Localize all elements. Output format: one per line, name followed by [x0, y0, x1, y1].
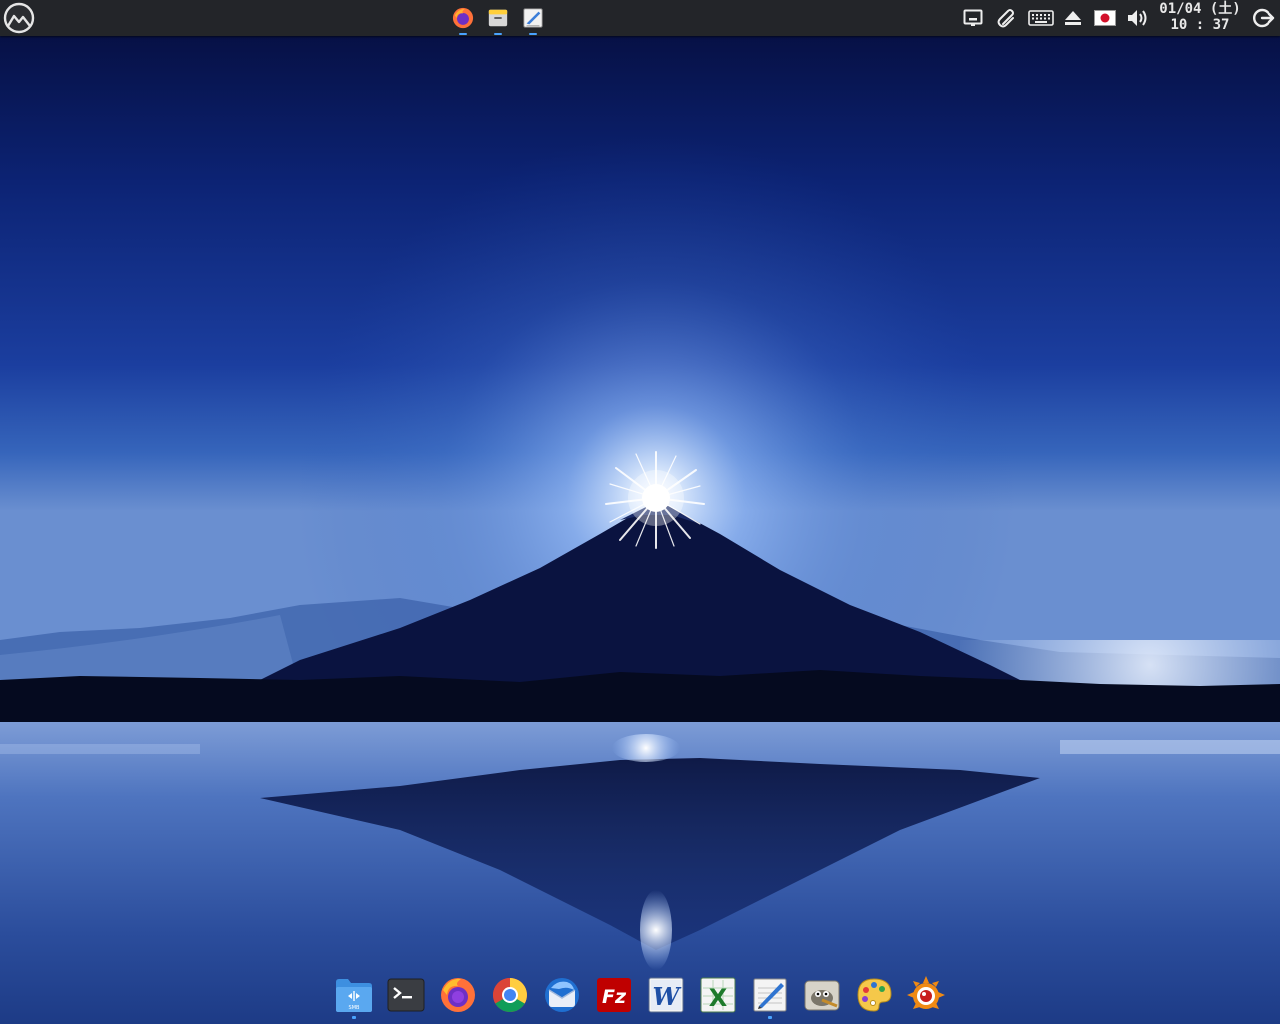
- clock-time: 10 : 37: [1170, 17, 1230, 33]
- running-indicator: [459, 33, 467, 35]
- folder-smb-icon: SMB: [336, 979, 372, 1012]
- file-manager-icon: [488, 9, 508, 27]
- dock-text-editor[interactable]: [747, 971, 793, 1019]
- dock-filezilla[interactable]: Fz: [591, 971, 637, 1019]
- volume-icon: [1128, 10, 1147, 26]
- dock-spreadsheet[interactable]: X: [695, 971, 741, 1019]
- dock-terminal[interactable]: [383, 971, 429, 1019]
- tray-clipboard[interactable]: [994, 0, 1020, 36]
- keyboard-icon: [1028, 10, 1054, 26]
- top-panel: 01/04 (土) 10 : 37: [0, 0, 1280, 36]
- dock-files[interactable]: SMB: [331, 971, 377, 1019]
- smb-badge: SMB: [349, 1005, 360, 1011]
- desktop[interactable]: 01/04 (土) 10 : 37 SMB Fz W X: [0, 0, 1280, 1024]
- paperclip-icon: [997, 9, 1014, 28]
- text-editor-icon: [523, 8, 543, 28]
- text-editor-icon: [753, 978, 787, 1012]
- clock[interactable]: 01/04 (土) 10 : 37: [1152, 0, 1248, 36]
- dock-xnview[interactable]: [903, 971, 949, 1019]
- tray-network[interactable]: [960, 0, 986, 36]
- network-icon: [963, 9, 983, 26]
- dock-writer[interactable]: W: [643, 971, 689, 1019]
- terminal-icon: [387, 978, 425, 1012]
- dock-thunderbird[interactable]: [539, 971, 585, 1019]
- thunderbird-icon: [545, 978, 579, 1012]
- eject-icon: [1065, 11, 1081, 25]
- taskbar-files[interactable]: [482, 0, 514, 36]
- dock-paint[interactable]: [851, 971, 897, 1019]
- xnview-icon: [907, 976, 945, 1009]
- running-indicator: [768, 1016, 772, 1019]
- dock: SMB Fz W X: [330, 971, 950, 1024]
- tray-volume[interactable]: [1124, 0, 1152, 36]
- palette-icon: [857, 978, 892, 1012]
- tray-keyboard[interactable]: [1026, 0, 1056, 36]
- dock-firefox[interactable]: [435, 971, 481, 1019]
- menu-logo-icon[interactable]: [0, 0, 38, 36]
- filezilla-icon: Fz: [597, 978, 631, 1012]
- running-indicator: [494, 33, 502, 35]
- running-indicator: [352, 1016, 356, 1019]
- word-badge: W: [653, 982, 682, 1011]
- gimp-icon: [804, 980, 840, 1011]
- chrome-icon: [493, 978, 527, 1012]
- running-indicator: [529, 33, 537, 35]
- word-icon: W: [648, 977, 684, 1013]
- dock-chrome[interactable]: [487, 971, 533, 1019]
- taskbar-text-editor[interactable]: [517, 0, 549, 36]
- taskbar-firefox[interactable]: [447, 0, 479, 36]
- firefox-icon: [452, 7, 474, 29]
- clock-date: 01/04 (土): [1159, 1, 1241, 17]
- tray-input-method[interactable]: [1092, 0, 1118, 36]
- excel-badge: X: [709, 984, 728, 1012]
- logout-button[interactable]: [1250, 0, 1278, 36]
- logout-icon: [1253, 8, 1275, 28]
- dock-gimp[interactable]: [799, 971, 845, 1019]
- firefox-icon: [441, 978, 475, 1012]
- excel-icon: X: [700, 977, 736, 1013]
- filezilla-badge: Fz: [602, 986, 627, 1008]
- tray-eject[interactable]: [1060, 0, 1086, 36]
- japan-flag-icon: [1094, 10, 1116, 26]
- wallpaper: [0, 0, 1280, 1024]
